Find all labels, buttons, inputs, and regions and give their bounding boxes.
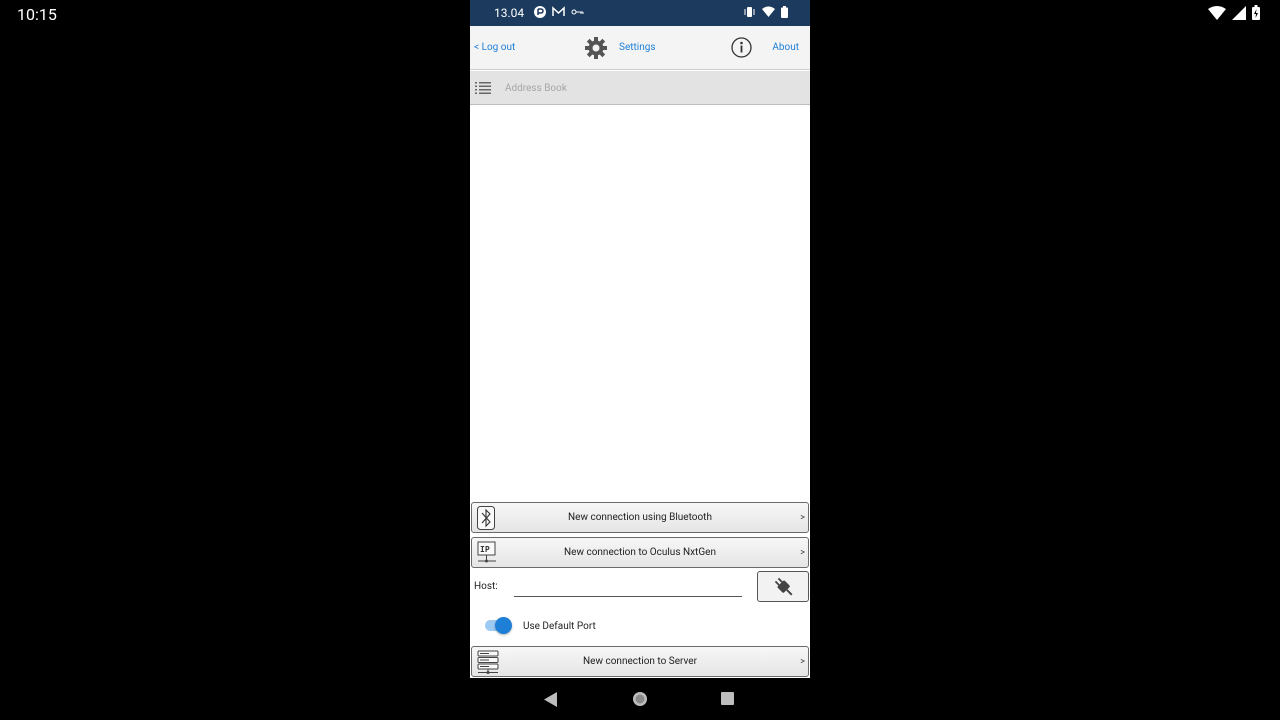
bluetooth-connection-label: New connection using Bluetooth [568, 512, 712, 523]
vibrate-icon [744, 7, 755, 17]
host-clock: 10:15 [17, 5, 57, 24]
logout-link[interactable]: < Log out [474, 42, 515, 53]
host-status-icons [1208, 5, 1260, 20]
phone-system-icons [743, 6, 788, 18]
key-icon [571, 9, 584, 15]
settings-link[interactable]: Settings [619, 42, 656, 53]
connect-plug-button[interactable] [757, 571, 809, 602]
chevron-right-icon: > [800, 513, 805, 523]
server-connection-label: New connection to Server [583, 656, 697, 667]
info-icon[interactable] [731, 37, 752, 58]
recents-icon[interactable] [721, 692, 734, 705]
bluetooth-connection-button[interactable]: New connection using Bluetooth > [471, 502, 809, 533]
app-notification-icon [534, 6, 546, 18]
address-book-list [470, 106, 810, 498]
default-port-toggle[interactable] [483, 616, 513, 634]
back-icon[interactable] [544, 692, 558, 707]
list-icon[interactable] [475, 82, 491, 94]
oculus-connection-label: New connection to Oculus NxtGen [564, 547, 716, 558]
oculus-connection-button[interactable]: IP New connection to Oculus NxtGen > [471, 537, 809, 568]
host-label: Host: [474, 581, 498, 592]
signal-icon [1232, 5, 1246, 20]
phone-wifi-icon [762, 6, 775, 17]
phone-status-bar: 13.04 [470, 0, 810, 26]
chevron-right-icon: > [800, 657, 805, 667]
gmail-icon [552, 6, 565, 16]
app-toolbar: < Log out Settings About [470, 26, 810, 70]
phone-battery-icon [781, 6, 788, 18]
about-link[interactable]: About [772, 42, 799, 53]
battery-icon [1252, 5, 1260, 20]
address-book-label: Address Book [505, 83, 567, 94]
host-input[interactable] [514, 578, 742, 597]
home-icon[interactable] [632, 691, 648, 707]
address-book-bar[interactable]: Address Book [470, 71, 810, 105]
default-port-label: Use Default Port [523, 621, 596, 632]
plug-icon [774, 577, 793, 596]
gear-icon[interactable] [584, 36, 608, 60]
chevron-right-icon: > [800, 548, 805, 558]
wifi-icon [1208, 5, 1226, 20]
notification-icons [534, 6, 584, 18]
phone-clock: 13.04 [494, 6, 525, 20]
phone-screen: 13.04 < Log out Settings About Address B… [470, 0, 810, 720]
android-nav-bar [470, 678, 810, 720]
toggle-thumb [495, 617, 512, 634]
server-connection-button[interactable]: New connection to Server > [471, 646, 809, 677]
